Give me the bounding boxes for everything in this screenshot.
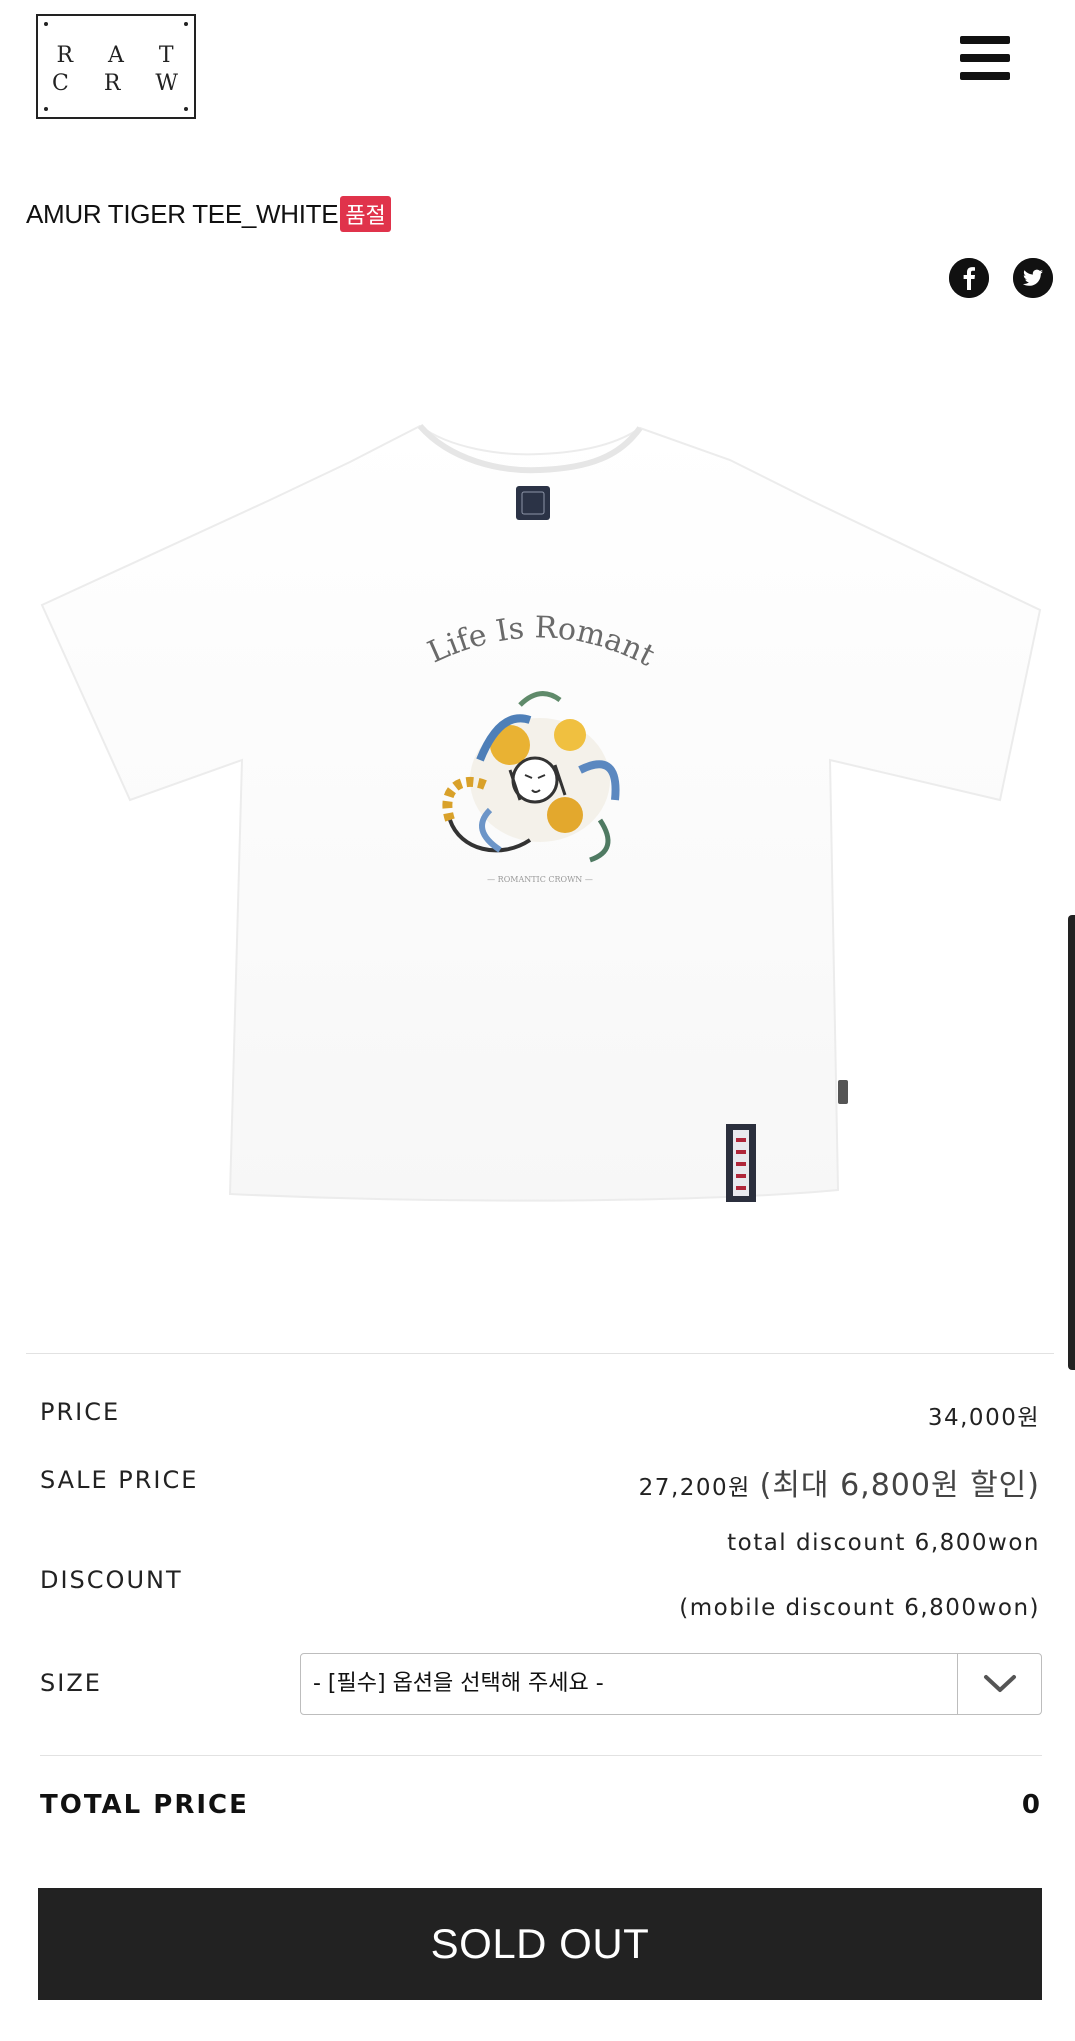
price-label: PRICE [40, 1398, 121, 1426]
logo-line-1: R A T [56, 43, 188, 68]
logo-corner-dot [184, 22, 188, 26]
size-select-value: - [필수] 옵션을 선택해 주세요 - [313, 1671, 604, 1696]
product-title: AMUR TIGER TEE_WHITE [26, 198, 339, 229]
discount-row: DISCOUNT total discount 6,800won (mobile… [40, 1530, 1040, 1630]
scrollbar-thumb[interactable] [1068, 915, 1075, 1370]
facebook-icon[interactable] [949, 258, 989, 298]
divider [26, 1353, 1054, 1354]
total-price-label: TOTAL PRICE [40, 1790, 249, 1820]
twitter-icon[interactable] [1013, 258, 1053, 298]
sale-price-row: SALE PRICE 27,200원 (최대 6,800원 할인) [40, 1460, 1040, 1503]
logo-corner-dot [44, 107, 48, 111]
soldout-badge: 품절 [340, 196, 391, 232]
discount-total: total discount 6,800won [727, 1530, 1040, 1556]
price-row: PRICE 34,000원 [40, 1398, 1040, 1431]
sold-out-button[interactable]: SOLD OUT [38, 1888, 1042, 2000]
discount-mobile: (mobile discount 6,800won) [679, 1595, 1040, 1621]
svg-text:— ROMANTIC CROWN —: — ROMANTIC CROWN — [487, 875, 593, 884]
total-price-value: 0 [1021, 1790, 1040, 1820]
sale-price-value: 27,200원 (최대 6,800원 할인) [639, 1460, 1040, 1504]
size-label: SIZE [40, 1669, 102, 1697]
logo-corner-dot [44, 22, 48, 26]
size-select[interactable]: - [필수] 옵션을 선택해 주세요 - [300, 1653, 1042, 1715]
chevron-down-icon[interactable] [957, 1654, 1041, 1714]
sale-discount-note: (최대 6,800원 할인) [759, 1468, 1040, 1503]
discount-label: DISCOUNT [40, 1566, 183, 1594]
product-tshirt-image: Life Is Romantic — ROMANTIC CROWN — [22, 373, 1050, 1230]
brand-logo[interactable]: R A T C R W [36, 14, 196, 119]
divider [40, 1755, 1042, 1756]
price-value: 34,000원 [927, 1405, 1040, 1431]
logo-corner-dot [184, 107, 188, 111]
sale-price-label: SALE PRICE [40, 1466, 199, 1494]
logo-line-2: C R W [52, 71, 192, 96]
site-header: R A T C R W [0, 0, 1075, 130]
sale-price-amount: 27,200원 [638, 1475, 751, 1501]
hamburger-menu-icon[interactable] [960, 36, 1010, 80]
product-title-row: AMUR TIGER TEE_WHITE 품절 [26, 196, 391, 232]
logo-text: R A T C R W [38, 42, 194, 98]
